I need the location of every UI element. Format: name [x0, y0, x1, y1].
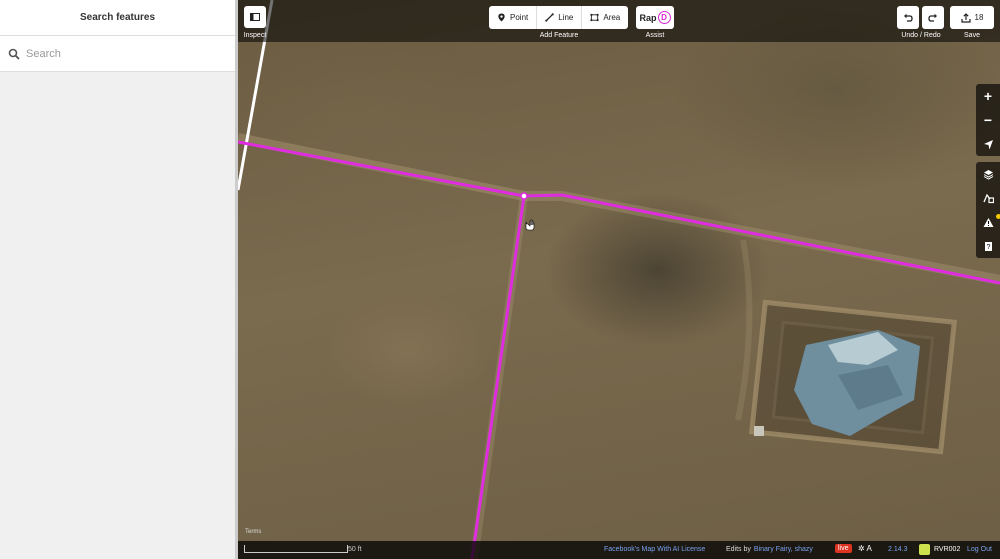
edits-by-users-link[interactable]: Binary Fairy, shazy — [754, 546, 813, 553]
map-canvas[interactable] — [238, 0, 1000, 559]
zoom-in-button[interactable]: + — [976, 84, 1000, 108]
map-data-icon — [982, 193, 994, 203]
add-feature-label: Add Feature — [539, 32, 579, 39]
assist-label: Assist — [645, 32, 665, 39]
issues-indicator-dot — [996, 214, 1000, 219]
save-count: 18 — [974, 13, 984, 22]
help-book-icon: ? — [984, 241, 992, 251]
live-badge: live — [835, 544, 852, 553]
map-overlay — [238, 0, 1000, 559]
rapid-text: Rap — [639, 12, 657, 23]
user-name-link[interactable]: RVR002 — [934, 546, 960, 553]
terms-link[interactable]: Terms — [245, 529, 261, 535]
point-icon — [498, 13, 505, 22]
upload-icon — [960, 12, 971, 23]
add-line-button[interactable]: Line — [537, 6, 583, 29]
footer-bar: 50 ft Facebook's Map With AI License Edi… — [238, 541, 1000, 559]
geolocate-button[interactable] — [976, 132, 1000, 156]
help-pane-button[interactable]: ? — [976, 234, 1000, 258]
inspect-label: Inspect — [243, 32, 267, 39]
logout-link[interactable]: Log Out — [967, 546, 992, 553]
add-area-button[interactable]: Area — [582, 6, 628, 29]
way-vertex[interactable] — [520, 192, 528, 200]
edits-attribution: Edits by Binary Fairy, shazy — [726, 546, 813, 553]
zoom-out-button[interactable]: − — [976, 108, 1000, 132]
sidebar-resizer[interactable] — [236, 0, 238, 559]
issues-pane-button[interactable] — [976, 210, 1000, 234]
version-link[interactable]: 2.14.3 — [888, 546, 907, 553]
line-label: Line — [558, 13, 574, 22]
undo-icon — [904, 13, 913, 22]
footer-tools-icon[interactable]: ✲ A — [858, 544, 872, 553]
hand-cursor-icon — [525, 219, 535, 231]
rapid-logo-icon: D — [657, 11, 671, 24]
way-branch-road[interactable] — [470, 195, 526, 559]
warning-icon — [983, 217, 993, 227]
inspect-button[interactable] — [244, 6, 266, 28]
line-icon — [545, 13, 554, 22]
map-nav-controls: + − — [976, 84, 1000, 156]
save-label: Save — [964, 32, 980, 39]
map-data-pane-button[interactable] — [976, 186, 1000, 210]
sidebar: Search features — [0, 0, 236, 559]
scale-bar[interactable] — [244, 545, 348, 553]
search-bar — [0, 36, 235, 72]
redo-button[interactable] — [922, 6, 944, 29]
redo-icon — [928, 13, 937, 22]
sidebar-title: Search features — [0, 0, 235, 36]
sidebar-toggle-icon — [250, 13, 260, 21]
undo-button[interactable] — [897, 6, 919, 29]
user-avatar[interactable] — [919, 544, 930, 555]
scale-label: 50 ft — [348, 546, 362, 553]
add-point-button[interactable]: Point — [489, 6, 538, 29]
svg-text:?: ? — [986, 244, 990, 251]
rapid-button[interactable]: Rap D — [636, 6, 674, 29]
undo-redo-label: Undo / Redo — [901, 32, 941, 39]
license-link[interactable]: Facebook's Map With AI License — [604, 546, 705, 553]
background-pane-button[interactable] — [976, 162, 1000, 186]
map-pane-controls: ? — [976, 162, 1000, 258]
edits-by-prefix: Edits by — [726, 546, 751, 553]
add-feature-group: Point Line Area — [489, 6, 629, 29]
point-label: Point — [510, 13, 529, 22]
search-input[interactable] — [26, 47, 216, 60]
save-button[interactable]: 18 — [950, 6, 994, 29]
geolocate-icon — [983, 139, 993, 149]
area-icon — [590, 13, 599, 22]
layers-icon — [983, 169, 993, 180]
search-icon — [8, 48, 20, 60]
area-label: Area — [603, 13, 621, 22]
